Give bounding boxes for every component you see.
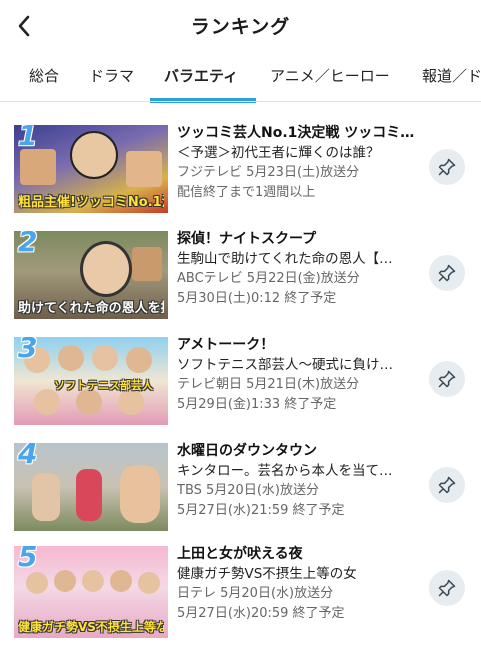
availability-info: 配信終了まで1週間以上 <box>177 185 316 200</box>
panelist-face <box>54 570 76 592</box>
host-face <box>70 131 118 179</box>
tab-variety[interactable]: バラエティ <box>164 65 238 86</box>
thumbnail: 3 ソフトテニス部芸人 <box>14 337 168 425</box>
episode-subtitle: 健康ガチ勢VS不摂生上等の女 <box>177 566 357 582</box>
panelist-face <box>58 345 84 371</box>
ranking-item-3[interactable]: 3 ソフトテニス部芸人 アメトーーク！ ソフトテニス部芸人～硬式に負け… テレビ… <box>0 335 481 441</box>
panelist-face <box>126 151 162 187</box>
rank-number: 5 <box>18 546 38 573</box>
episode-subtitle: ＜予選＞初代王者に輝くのは誰？ <box>177 145 380 161</box>
item-info: アメトーーク！ ソフトテニス部芸人～硬式に負け… テレビ朝日 5月21日(木)放… <box>177 335 425 415</box>
thumbnail: 4 <box>14 443 168 531</box>
pin-icon[interactable] <box>429 149 465 185</box>
tab-drama[interactable]: ドラマ <box>89 65 134 86</box>
episode-subtitle: 生駒山で助けてくれた命の恩人【… <box>177 251 393 267</box>
panelist-face <box>20 149 56 185</box>
program-title: 上田と女が吠える夜 <box>177 546 303 562</box>
rank-number: 3 <box>18 337 38 364</box>
pin-icon[interactable] <box>429 570 465 606</box>
program-title: 水曜日のダウンタウン <box>177 443 317 459</box>
item-info: 水曜日のダウンタウン キンタロー。芸名から本人を当て… TBS 5月20日(水)… <box>177 441 425 521</box>
panelist-face <box>82 570 104 592</box>
rank-number: 2 <box>18 231 38 258</box>
broadcast-info: TBS 5月20日(水)放送分 <box>177 483 319 498</box>
performer-figure <box>32 473 60 521</box>
tab-overall[interactable]: 総合 <box>29 65 59 86</box>
tab-anime-hero[interactable]: アニメ／ヒーロー <box>270 65 390 86</box>
rank-number: 4 <box>18 443 38 470</box>
ranking-item-4[interactable]: 4 水曜日のダウンタウン キンタロー。芸名から本人を当て… TBS 5月20日(… <box>0 441 481 547</box>
item-info: 探偵！ナイトスクープ 生駒山で助けてくれた命の恩人【… ABCテレビ 5月22日… <box>177 229 425 309</box>
tab-news-documentary[interactable]: 報道／ド <box>422 65 481 86</box>
panelist-face <box>138 572 160 594</box>
thumbnail-caption: 粗品主催!ツッコミNo.1決定戦! <box>18 195 164 210</box>
guest-face <box>80 241 132 297</box>
page-title: ランキング <box>190 16 291 38</box>
thumbnail-caption: 助けてくれた命の恩人を探して <box>18 301 164 316</box>
broadcast-info: 日テレ 5月20日(水)放送分 <box>177 586 334 601</box>
panelist-face <box>92 345 118 371</box>
tabs-divider <box>0 101 481 102</box>
episode-subtitle: キンタロー。芸名から本人を当て… <box>177 463 393 479</box>
broadcast-info: フジテレビ 5月23日(土)放送分 <box>177 165 360 180</box>
ranking-item-5[interactable]: 5 健康ガチ勢VS不摂生上等な女 上田と女が吠える夜 健康ガチ勢VS不摂生上等の… <box>0 544 481 650</box>
panelist-face <box>26 572 48 594</box>
rank-number: 1 <box>18 125 38 152</box>
header: ランキング <box>0 0 481 52</box>
detective-face <box>132 247 162 281</box>
panelist-face <box>110 570 132 592</box>
ranking-item-2[interactable]: 2 助けてくれた命の恩人を探して 探偵！ナイトスクープ 生駒山で助けてくれた命の… <box>0 229 481 335</box>
item-info: ツッコミ芸人No.1決定戦 ツッコミ… ＜予選＞初代王者に輝くのは誰？ フジテレ… <box>177 123 425 203</box>
thumbnail: 1 粗品主催!ツッコミNo.1決定戦! <box>14 125 168 213</box>
pin-icon[interactable] <box>429 467 465 503</box>
thumbnail: 5 健康ガチ勢VS不摂生上等な女 <box>14 546 168 638</box>
performer-figure <box>76 469 102 521</box>
item-info: 上田と女が吠える夜 健康ガチ勢VS不摂生上等の女 日テレ 5月20日(水)放送分… <box>177 544 425 624</box>
broadcast-info: ABCテレビ 5月22日(金)放送分 <box>177 271 360 286</box>
program-title: 探偵！ナイトスクープ <box>177 231 317 247</box>
availability-info: 5月30日(土)0:12 終了予定 <box>177 291 337 306</box>
availability-info: 5月27日(水)21:59 終了予定 <box>177 503 345 518</box>
availability-info: 5月27日(水)20:59 終了予定 <box>177 606 345 621</box>
broadcast-info: テレビ朝日 5月21日(木)放送分 <box>177 377 360 392</box>
panelist-face <box>126 347 152 373</box>
thumbnail-caption: 健康ガチ勢VS不摂生上等な女 <box>18 620 164 634</box>
pin-icon[interactable] <box>429 255 465 291</box>
program-title: アメトーーク！ <box>177 337 275 353</box>
thumbnail: 2 助けてくれた命の恩人を探して <box>14 231 168 319</box>
program-title: ツッコミ芸人No.1決定戦 ツッコミ… <box>177 125 415 141</box>
category-tabs: 総合 ドラマ バラエティ アニメ／ヒーロー 報道／ド <box>0 52 481 100</box>
availability-info: 5月29日(金)1:33 終了予定 <box>177 397 337 412</box>
performer-figure <box>120 465 160 523</box>
episode-subtitle: ソフトテニス部芸人～硬式に負け… <box>177 357 393 373</box>
thumbnail-caption: ソフトテニス部芸人 <box>54 379 153 392</box>
ranking-item-1[interactable]: 1 粗品主催!ツッコミNo.1決定戦! ツッコミ芸人No.1決定戦 ツッコミ… … <box>0 123 481 229</box>
pin-icon[interactable] <box>429 361 465 397</box>
